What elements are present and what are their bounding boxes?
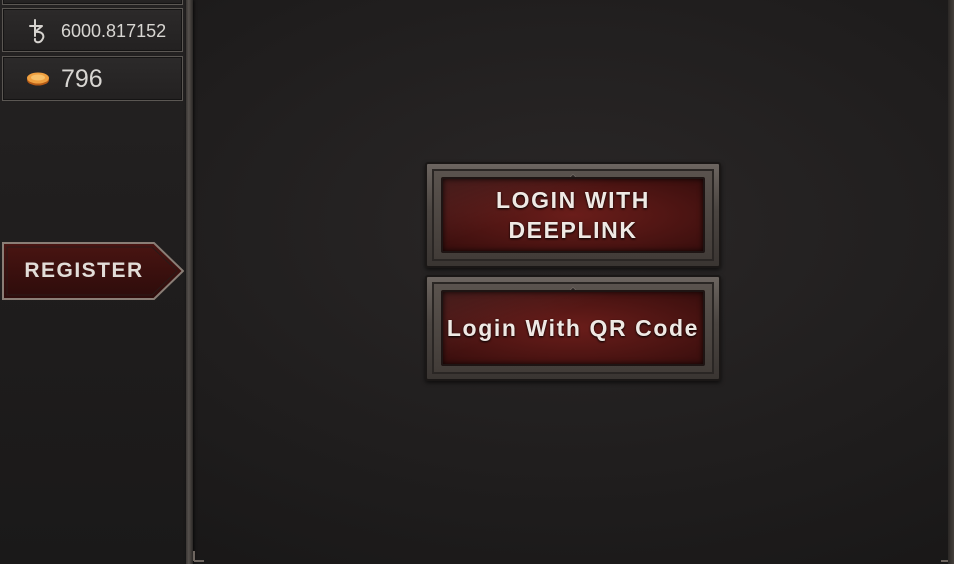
coin-icon bbox=[25, 71, 51, 87]
button-plate: Login With QR Code bbox=[441, 290, 705, 366]
coin-balance-value: 796 bbox=[61, 65, 103, 93]
sidebar-top-stub bbox=[2, 0, 183, 5]
tezos-icon bbox=[25, 17, 53, 45]
login-with-qr-code-button[interactable]: Login With QR Code bbox=[425, 275, 721, 381]
login-with-deeplink-button[interactable]: LOGIN WITH DEEPLINK bbox=[425, 162, 721, 268]
corner-ornament-bottom-left bbox=[193, 551, 204, 562]
button-plate: LOGIN WITH DEEPLINK bbox=[441, 177, 705, 253]
sidebar-divider bbox=[186, 0, 193, 564]
tez-balance-value: 6000.817152 bbox=[61, 21, 167, 41]
coin-balance-panel: 796 bbox=[2, 56, 183, 101]
panel-right-border bbox=[948, 0, 954, 564]
login-with-deeplink-label: LOGIN WITH DEEPLINK bbox=[496, 187, 650, 243]
register-button[interactable]: REGISTER bbox=[2, 242, 184, 300]
sidebar: 6000.817152 796 REGISTER bbox=[0, 0, 188, 564]
game-screen: 6000.817152 796 REGISTER LOGIN WITH DEEP… bbox=[0, 0, 954, 564]
register-label: REGISTER bbox=[24, 259, 144, 282]
login-with-qr-code-label: Login With QR Code bbox=[446, 315, 700, 341]
tez-balance-panel: 6000.817152 bbox=[2, 8, 183, 52]
